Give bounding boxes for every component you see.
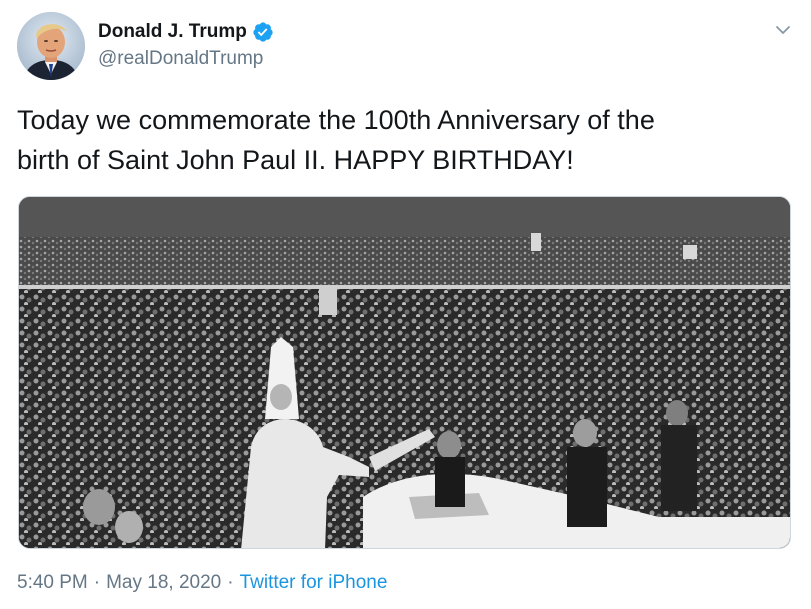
tweet-text-line: birth of Saint John Paul II. HAPPY BIRTH… [17, 145, 574, 175]
meta-separator: · [93, 572, 101, 593]
tweet-text: Today we commemorate the 100th Anniversa… [17, 100, 777, 180]
tweet-time[interactable]: 5:40 PM [17, 572, 88, 594]
verified-badge-icon [252, 21, 274, 43]
tweet-photo[interactable] [18, 196, 791, 549]
tweet-source-link[interactable]: Twitter for iPhone [240, 572, 388, 594]
author-display-name[interactable]: Donald J. Trump [98, 21, 247, 43]
tweet-card: Donald J. Trump @realDonaldTrump Today w… [0, 0, 811, 609]
avatar-image [17, 12, 85, 80]
author-handle[interactable]: @realDonaldTrump [98, 48, 263, 70]
tweet-text-line: Today we commemorate the 100th Anniversa… [17, 105, 655, 135]
tweet-date[interactable]: May 18, 2020 [106, 572, 221, 594]
meta-separator: · [227, 572, 234, 593]
chevron-down-icon [776, 26, 790, 34]
tweet-meta: 5:40 PM · May 18, 2020 · Twitter for iPh… [17, 572, 387, 594]
author-name-row: Donald J. Trump [98, 20, 274, 44]
photo-crowd-pope [19, 197, 790, 548]
avatar[interactable] [17, 12, 85, 80]
more-options-button[interactable] [773, 20, 793, 40]
